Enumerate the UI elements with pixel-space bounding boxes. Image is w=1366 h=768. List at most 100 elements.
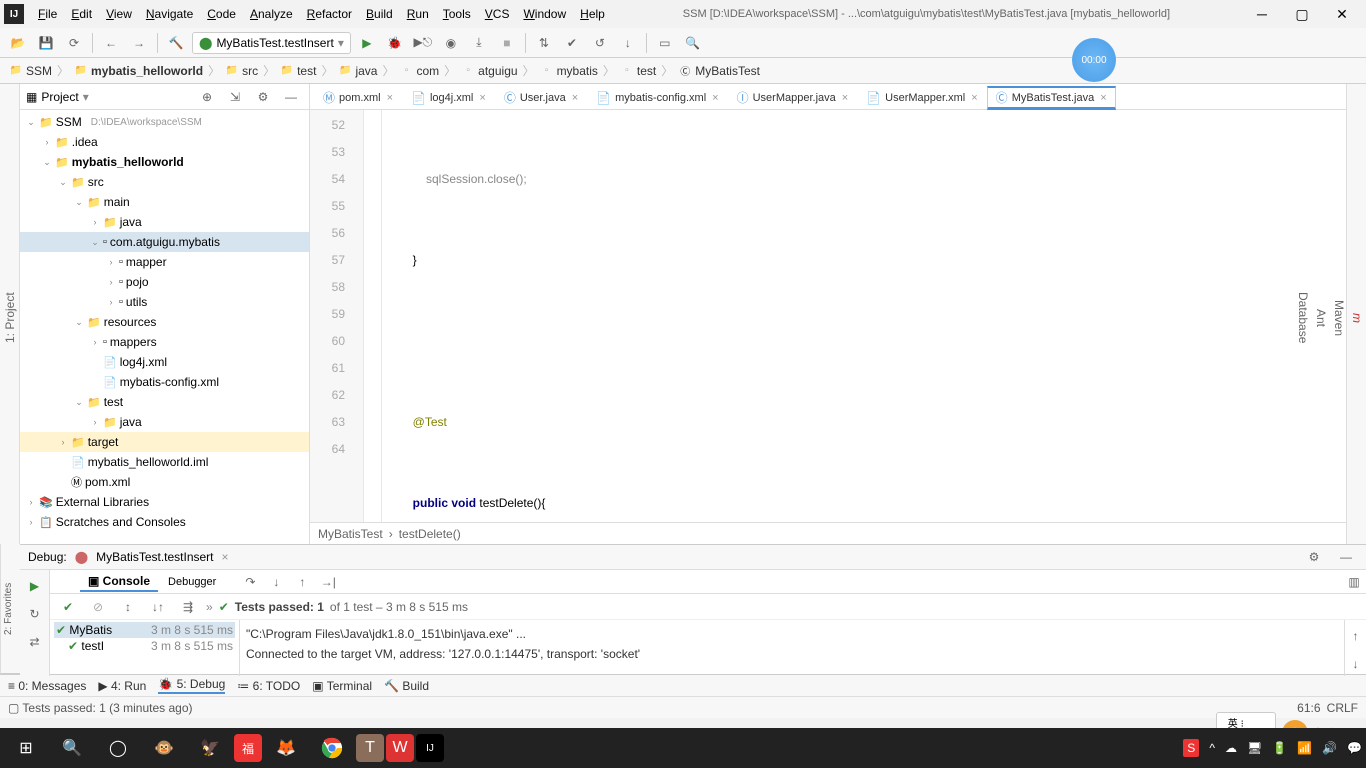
close-icon[interactable]: × [712, 92, 718, 104]
hide-icon[interactable]: — [1334, 545, 1358, 569]
run-to-icon[interactable]: →| [316, 570, 340, 594]
menu-navigate[interactable]: Navigate [140, 5, 199, 23]
right-tool-strip[interactable]: m Maven Ant Database [1346, 84, 1366, 544]
run-icon[interactable]: ▶ [355, 31, 379, 55]
source[interactable]: sqlSession.close(); } @Test public void … [382, 110, 1346, 522]
close-icon[interactable]: × [479, 92, 485, 104]
crumb-test[interactable]: ▫test [617, 64, 659, 78]
crumb-test[interactable]: 📁test [277, 64, 319, 78]
close-icon[interactable]: × [1100, 92, 1106, 104]
toggle-icon[interactable]: ⇄ [23, 630, 47, 654]
tree-utils[interactable]: ›▫utils [20, 292, 309, 312]
intellij-icon[interactable]: IJ [416, 734, 444, 762]
attach-icon[interactable]: ⤓ [467, 31, 491, 55]
profile-icon[interactable]: ◉ [439, 31, 463, 55]
left-tool-strip[interactable]: 1: Project 7: Structure [0, 84, 20, 544]
debug-icon[interactable]: 🐞 [383, 31, 407, 55]
fail-icon[interactable]: ⊘ [86, 595, 110, 619]
coverage-icon[interactable]: ▶⎋ [411, 31, 435, 55]
tab-UserMapper.java[interactable]: ⒾUserMapper.java× [728, 85, 858, 109]
start-icon[interactable]: ⊞ [4, 730, 48, 766]
tree-test[interactable]: ⌄📁test [20, 392, 309, 412]
tree-java[interactable]: ›📁java [20, 412, 309, 432]
search-icon[interactable]: 🔍 [681, 31, 705, 55]
expand-icon[interactable]: ↓↑ [146, 595, 170, 619]
stop-icon[interactable]: ■ [495, 31, 519, 55]
menu-file[interactable]: File [32, 5, 63, 23]
gear-icon[interactable]: ⚙ [1302, 545, 1326, 569]
favorites-tab[interactable]: 2: Favorites [0, 544, 20, 674]
close-icon[interactable]: × [842, 92, 848, 104]
tree-SSM[interactable]: ⌄📁SSMD:\IDEA\workspace\SSM [20, 112, 309, 132]
build-icon[interactable]: 🔨 [164, 31, 188, 55]
step-into-icon[interactable]: ↓ [264, 570, 288, 594]
debug-tabs[interactable]: ▣ Console Debugger ↷ ↓ ↑ →| ▥ [50, 570, 1366, 594]
expand-icon[interactable]: ⇲ [223, 85, 247, 109]
menu-edit[interactable]: Edit [65, 5, 98, 23]
tab-MyBatisTest.java[interactable]: ⒸMyBatisTest.java× [987, 86, 1116, 110]
close-icon[interactable]: × [387, 92, 393, 104]
tree-main[interactable]: ⌄📁main [20, 192, 309, 212]
tree-mapper[interactable]: ›▫mapper [20, 252, 309, 272]
test-tree[interactable]: ✔ MyBatis 3 m 8 s 515 ms ✔ testI 3 m 8 s… [50, 620, 240, 676]
tab-User.java[interactable]: ⒸUser.java× [495, 85, 587, 109]
back-icon[interactable]: ← [99, 31, 123, 55]
bottom-toolbar[interactable]: ≡ 0: Messages ▶ 4: Run 🐞 5: Debug ≔ 6: T… [0, 674, 1366, 696]
console-toolbar[interactable]: ↑ ↓ [1344, 620, 1366, 676]
run-config-selector[interactable]: ⬤MyBatisTest.testInsert▾ [192, 32, 351, 54]
tree-resources[interactable]: ⌄📁resources [20, 312, 309, 332]
menu-analyze[interactable]: Analyze [244, 5, 299, 23]
close-icon[interactable]: × [572, 92, 578, 104]
crumb-MyBatisTest[interactable]: ⒸMyBatisTest [675, 64, 763, 78]
ok-icon[interactable]: ✔ [56, 595, 80, 619]
refresh-icon[interactable]: ⟳ [62, 31, 86, 55]
collapse-icon[interactable]: ⇶ [176, 595, 200, 619]
tree-pom.xml[interactable]: Ⓜpom.xml [20, 472, 309, 492]
firefox-icon[interactable]: 🦊 [264, 730, 308, 766]
crumb-java[interactable]: 📁java [335, 64, 380, 78]
close-button[interactable]: ✕ [1322, 6, 1362, 23]
windows-taskbar[interactable]: ⊞ 🔍 ◯ 🐵 🦅 福 🦊 T W IJ S ^☁🖥🔋📶🔊💬 [0, 728, 1366, 768]
app-icon[interactable]: 🐵 [142, 730, 186, 766]
console-tab[interactable]: ▣ Console [80, 572, 158, 592]
code-editor[interactable]: 52535455565758596061626364 sqlSession.cl… [310, 110, 1346, 522]
tree-mybatis-config.xml[interactable]: 📄mybatis-config.xml [20, 372, 309, 392]
project-tree[interactable]: ⌄📁SSMD:\IDEA\workspace\SSM›📁.idea⌄📁mybat… [20, 110, 309, 544]
crumb-com[interactable]: ▫com [396, 64, 442, 78]
step-over-icon[interactable]: ↷ [238, 570, 262, 594]
rerun-failed-icon[interactable]: ↻ [23, 602, 47, 626]
cortana-icon[interactable]: ◯ [96, 730, 140, 766]
maximize-button[interactable]: ▢ [1282, 6, 1322, 23]
forward-icon[interactable]: → [127, 31, 151, 55]
commit-icon[interactable]: ✔ [560, 31, 584, 55]
crumb-mybatis[interactable]: ▫mybatis [537, 64, 601, 78]
hide-icon[interactable]: — [279, 85, 303, 109]
menu-run[interactable]: Run [401, 5, 435, 23]
debug-left-toolbar[interactable]: ▶ ↻ ⇄ [20, 570, 50, 676]
menu-code[interactable]: Code [201, 5, 242, 23]
system-tray[interactable]: S ^☁🖥🔋📶🔊💬 [1183, 739, 1362, 757]
tree-log4j.xml[interactable]: 📄log4j.xml [20, 352, 309, 372]
close-icon[interactable]: × [971, 92, 977, 104]
app-icon[interactable]: 🦅 [188, 730, 232, 766]
wps-icon[interactable]: W [386, 734, 414, 762]
debugger-tab[interactable]: Debugger [160, 574, 224, 590]
tree-mybatis_helloworld[interactable]: ⌄📁mybatis_helloworld [20, 152, 309, 172]
gear-icon[interactable]: ⚙ [251, 85, 275, 109]
open-icon[interactable]: 📂 [6, 31, 30, 55]
tree-java[interactable]: ›📁java [20, 212, 309, 232]
tab-pom.xml[interactable]: Ⓜpom.xml× [314, 85, 402, 109]
minimize-button[interactable]: ─ [1242, 6, 1282, 22]
tree-.idea[interactable]: ›📁.idea [20, 132, 309, 152]
layout-icon[interactable]: ▥ [1342, 570, 1366, 594]
target-icon[interactable]: ⊕ [195, 85, 219, 109]
chrome-icon[interactable] [310, 730, 354, 766]
menu-refactor[interactable]: Refactor [301, 5, 358, 23]
tab-log4j.xml[interactable]: 📄log4j.xml× [402, 85, 495, 109]
app-icon[interactable]: T [356, 734, 384, 762]
console-output[interactable]: "C:\Program Files\Java\jdk1.8.0_151\bin\… [240, 620, 1344, 676]
sort-icon[interactable]: ↕ [116, 595, 140, 619]
rerun-icon[interactable]: ▶ [23, 574, 47, 598]
vcs-icon[interactable]: ⇅ [532, 31, 556, 55]
tab-mybatis-config.xml[interactable]: 📄mybatis-config.xml× [587, 85, 727, 109]
